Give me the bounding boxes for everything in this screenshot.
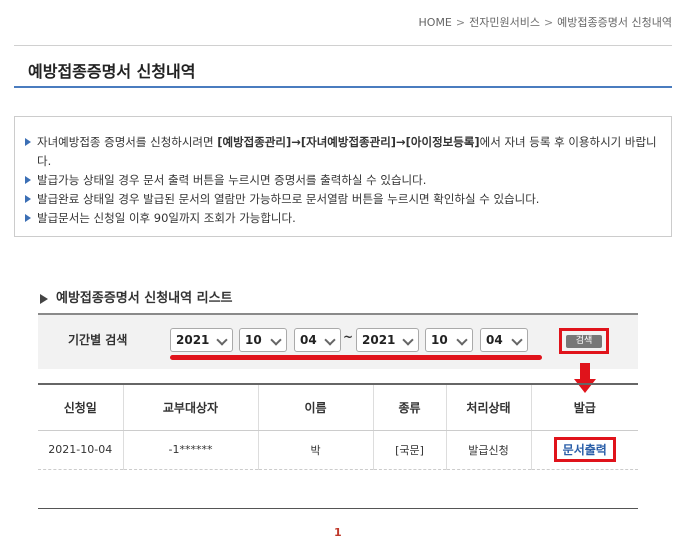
search-label: 기간별 검색 — [68, 333, 128, 347]
from-day-select[interactable]: 04 — [294, 328, 341, 352]
notice-box: 자녀예방접종 증명서를 신청하시려면 [예방접종관리]→[자녀예방접종관리]→[… — [14, 116, 672, 237]
cell-action: 문서출력 — [530, 430, 638, 470]
table-row: 2021-10-04 -1****** 박 [국문] 발급신청 문서출력 — [38, 430, 638, 470]
chevron-down-icon — [216, 334, 228, 346]
chevron-down-icon — [324, 334, 336, 346]
col-header-issue: 발급 — [530, 383, 638, 431]
chevron-down-icon — [270, 334, 282, 346]
chevron-right-icon: > — [455, 16, 466, 29]
page-title-bar: 예방접종증명서 신청내역 — [14, 45, 672, 88]
notice-item: 발급가능 상태일 경우 문서 출력 버튼을 누르시면 증명서를 출력하실 수 있… — [25, 171, 661, 190]
cell-target: -1****** — [122, 430, 258, 470]
notice-item: 발급완료 상태일 경우 발급된 문서의 열람만 가능하므로 문서열람 버튼을 누… — [25, 190, 661, 209]
col-header-target: 교부대상자 — [122, 383, 258, 431]
chevron-down-icon — [511, 334, 523, 346]
cell-type: [국문] — [372, 430, 446, 470]
range-separator: ~ — [343, 330, 354, 344]
application-table: 신청일 교부대상자 이름 종류 처리상태 발급 2021-10-04 -1***… — [38, 383, 638, 470]
notice-item: 자녀예방접종 증명서를 신청하시려면 [예방접종관리]→[자녀예방접종관리]→[… — [25, 133, 661, 171]
search-button-highlight: 검색 — [559, 328, 609, 354]
notice-item: 발급문서는 신청일 이후 90일까지 조회가 가능합니다. — [25, 209, 661, 228]
triangle-right-icon — [40, 293, 48, 304]
page-title: 예방접종증명서 신청내역 — [28, 62, 196, 81]
to-month-select[interactable]: 10 — [425, 328, 473, 352]
highlight-underline — [170, 355, 542, 360]
col-header-date: 신청일 — [38, 383, 123, 431]
from-month-select[interactable]: 10 — [239, 328, 287, 352]
chevron-down-icon — [402, 334, 414, 346]
col-header-name: 이름 — [257, 383, 373, 431]
print-document-button[interactable]: 문서출력 — [553, 437, 616, 462]
to-year-select[interactable]: 2021 — [356, 328, 419, 352]
search-panel: 기간별 검색 2021 10 04 ~ 2021 10 04 검색 — [38, 313, 638, 369]
col-header-status: 처리상태 — [445, 383, 531, 431]
breadcrumb-current: 예방접종증명서 신청내역 — [557, 16, 672, 29]
cell-name: 박 — [257, 430, 373, 470]
page-number-current[interactable]: 1 — [334, 526, 342, 539]
breadcrumb-home[interactable]: HOME — [419, 16, 452, 29]
chevron-right-icon: > — [543, 16, 554, 29]
to-day-select[interactable]: 04 — [480, 328, 528, 352]
table-end-divider — [38, 508, 638, 509]
breadcrumb-section[interactable]: 전자민원서비스 — [469, 14, 540, 30]
search-button[interactable]: 검색 — [566, 335, 602, 348]
cell-date: 2021-10-04 — [38, 430, 123, 470]
chevron-down-icon — [456, 334, 468, 346]
col-header-type: 종류 — [372, 383, 446, 431]
table-header-row: 신청일 교부대상자 이름 종류 처리상태 발급 — [38, 383, 638, 431]
from-year-select[interactable]: 2021 — [170, 328, 233, 352]
breadcrumb: HOME > 전자민원서비스 > 예방접종증명서 신청내역 — [419, 14, 672, 30]
cell-status: 발급신청 — [445, 430, 531, 470]
list-title: 예방접종증명서 신청내역 리스트 — [40, 287, 233, 306]
